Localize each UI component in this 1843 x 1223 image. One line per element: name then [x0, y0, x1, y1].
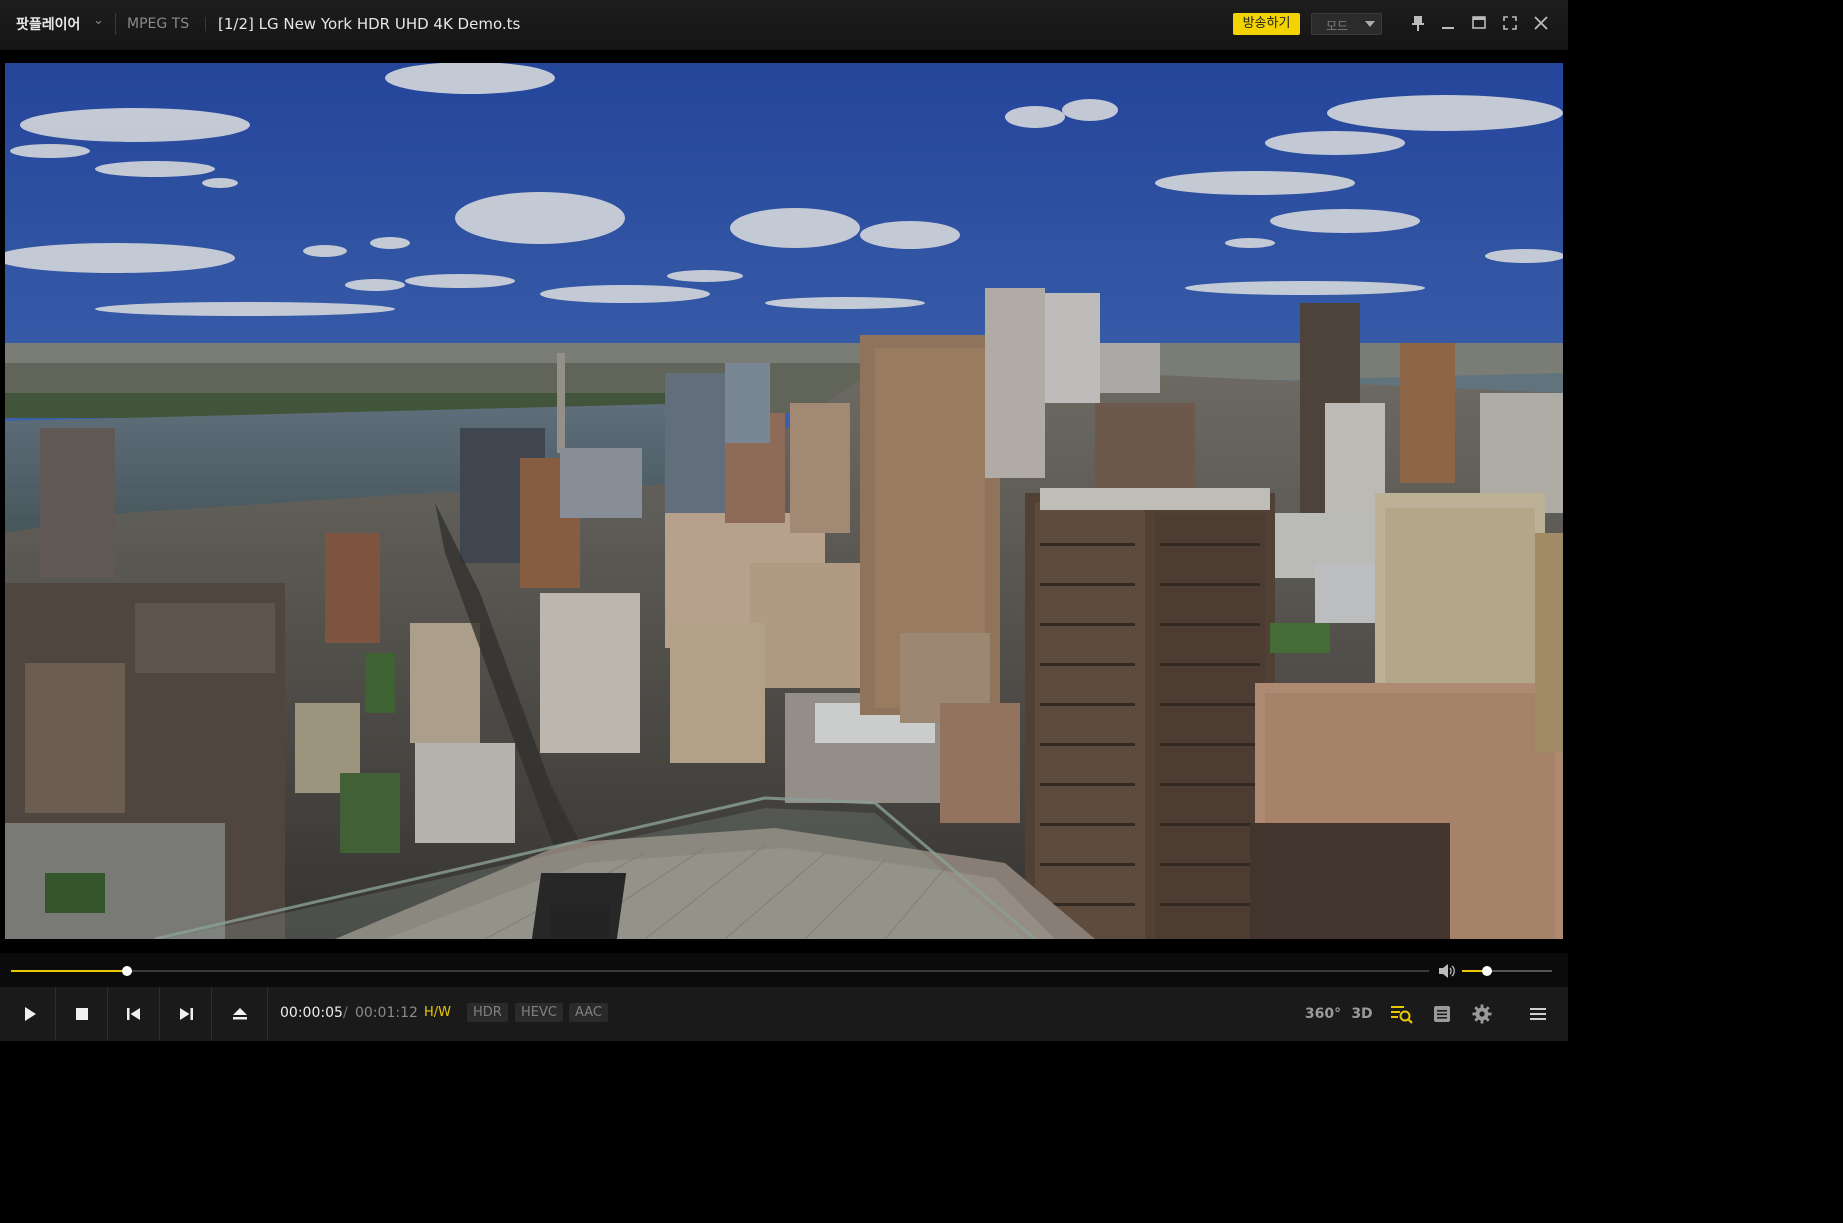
hamburger-menu-icon	[1530, 1008, 1546, 1020]
next-button[interactable]	[161, 987, 212, 1041]
title-bar: 팟플레이어 ⌄ MPEG TS [1/2] LG New York HDR UH…	[0, 0, 1568, 51]
previous-button[interactable]	[109, 987, 160, 1041]
city-skyline-video-image	[5, 63, 1563, 939]
seek-handle[interactable]	[122, 966, 133, 976]
current-time[interactable]: 00:00:05	[280, 1005, 343, 1021]
skip-previous-icon	[127, 1008, 140, 1020]
3d-button[interactable]: 3D	[1348, 1000, 1376, 1028]
close-icon[interactable]	[1530, 12, 1552, 34]
volume-slider[interactable]	[1462, 966, 1552, 976]
eject-icon	[233, 1008, 247, 1020]
fullscreen-icon[interactable]	[1499, 12, 1521, 34]
vr-360-label: 360°	[1304, 1006, 1342, 1022]
pin-icon[interactable]	[1407, 12, 1429, 34]
playlist-button[interactable]	[1428, 1000, 1456, 1028]
settings-button[interactable]	[1468, 1000, 1496, 1028]
maximize-icon[interactable]	[1468, 12, 1490, 34]
mode-select[interactable]: 모드	[1311, 13, 1382, 35]
vr-360-button[interactable]: 360°	[1304, 1000, 1342, 1028]
play-button[interactable]	[5, 987, 56, 1041]
video-codec-badge[interactable]: HEVC	[515, 1003, 563, 1022]
app-menu-button[interactable]: 팟플레이어	[16, 14, 80, 34]
volume-icon[interactable]	[1438, 963, 1456, 979]
hw-decoder-badge[interactable]: H/W	[420, 1003, 455, 1023]
eject-button[interactable]	[213, 987, 268, 1041]
video-frame[interactable]	[5, 63, 1563, 939]
skip-next-icon	[180, 1008, 193, 1020]
time-separator: /	[343, 1005, 348, 1021]
seek-bar[interactable]	[11, 966, 1429, 976]
format-label: MPEG TS	[127, 16, 190, 32]
file-title: [1/2] LG New York HDR UHD 4K Demo.ts	[218, 15, 521, 33]
gear-icon	[1472, 1004, 1492, 1024]
divider	[205, 17, 206, 31]
stop-button[interactable]	[57, 987, 108, 1041]
seek-progress	[11, 970, 128, 972]
total-time[interactable]: 00:01:12	[355, 1005, 418, 1021]
chevron-down-icon[interactable]: ⌄	[93, 13, 104, 28]
mode-label: 모드	[1326, 19, 1349, 33]
volume-handle[interactable]	[1482, 966, 1493, 976]
list-search-icon	[1391, 1006, 1413, 1024]
divider	[115, 13, 116, 35]
3d-label: 3D	[1351, 1006, 1373, 1022]
playlist-icon	[1434, 1006, 1450, 1022]
playlist-search-button[interactable]	[1388, 1000, 1416, 1028]
audio-codec-badge[interactable]: AAC	[569, 1003, 608, 1022]
control-bar: 00:00:05 / 00:01:12 H/W HDR HEVC AAC 360…	[0, 987, 1568, 1041]
hdr-badge[interactable]: HDR	[467, 1003, 508, 1022]
stop-icon	[76, 1008, 88, 1020]
play-icon	[25, 1007, 36, 1021]
minimize-icon[interactable]	[1437, 12, 1459, 34]
main-menu-button[interactable]	[1524, 1000, 1552, 1028]
seek-area	[0, 953, 1568, 987]
dropdown-arrow-icon	[1365, 21, 1375, 27]
broadcast-button[interactable]: 방송하기	[1233, 13, 1300, 35]
